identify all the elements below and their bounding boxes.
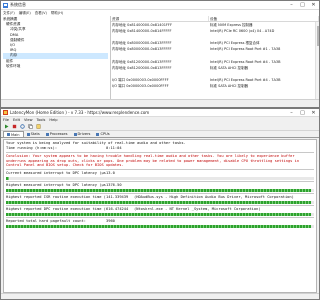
- conclusion-text: Conclusion: Your system appears to be ha…: [6, 154, 300, 168]
- time-running-label: Time running (h:mm:ss):: [6, 146, 58, 150]
- close-button[interactable]: ✕: [308, 1, 319, 9]
- menu-help[interactable]: 帮助(H): [51, 11, 63, 16]
- menu-file[interactable]: 文件(F): [3, 11, 15, 16]
- tab-stats[interactable]: Stats: [24, 131, 43, 137]
- analysis-panel: Your system is being analyzed for suitab…: [3, 139, 317, 293]
- system-info-icon: [3, 2, 8, 8]
- tab-cpus[interactable]: CPUs: [93, 131, 112, 137]
- reset-icon[interactable]: [20, 124, 25, 129]
- metric-label: Highest reported ISR routine execution t…: [6, 195, 106, 199]
- bar-fill: [6, 212, 311, 216]
- cell-resource: I/O 端口 0x0000003-0x0000FFFF: [112, 83, 169, 88]
- resource-list: 资源 设备 内存地址 0x81400000-0x81401FFF 标准 NVM E…: [111, 16, 319, 99]
- latencymon-statusbar: [1, 293, 319, 299]
- vertical-scrollbar[interactable]: [315, 22, 319, 99]
- metric-label: Reported total hard pagefault count:: [6, 219, 86, 223]
- menu-help[interactable]: Help: [49, 118, 57, 122]
- table-row[interactable]: I/O 端口 0x0000003-0x0000FFFF 标准 SATA AHCI …: [111, 83, 319, 89]
- column-header-device[interactable]: 设备: [209, 16, 319, 21]
- metric-value: 1376.50: [106, 183, 122, 187]
- maximize-button[interactable]: □: [297, 1, 308, 9]
- tab-label: Main: [11, 132, 20, 137]
- menu-edit[interactable]: 编辑(E): [19, 11, 31, 16]
- scrollbar-thumb[interactable]: [317, 26, 319, 46]
- divider: [6, 181, 314, 182]
- divider: [6, 205, 314, 206]
- latency-bar: [6, 176, 314, 180]
- divider: [6, 169, 314, 170]
- tab-label: Processes: [49, 132, 68, 136]
- metric-pagefault-count: Reported total hard pagefault count: 3960: [6, 219, 314, 228]
- metric-value: 616.474244: [106, 207, 129, 211]
- menu-file[interactable]: File: [3, 118, 9, 122]
- latency-bar: [6, 188, 314, 192]
- latencymon-icon: [3, 110, 8, 115]
- latencymon-title: LatencyMon (Home Edition ) - v 7.33 - ht…: [10, 110, 150, 115]
- bar-fill: [6, 224, 311, 228]
- tab-strip: Main Stats Processes Drivers CPUs: [1, 131, 319, 138]
- metric-highest-latency: Highest measured interrupt to DPC latenc…: [6, 183, 314, 192]
- category-tree: 系统摘要 硬件资源 冲突/共享 DMA 强制硬件 I/O IRQ 内存 组件 软…: [1, 16, 111, 99]
- tab-processes[interactable]: Processes: [43, 131, 71, 137]
- divider: [6, 193, 314, 194]
- time-running-row: Time running (h:mm:ss): 0:11:04: [6, 146, 314, 151]
- divider: [6, 217, 314, 218]
- tab-label: Drivers: [77, 132, 91, 136]
- copy-icon[interactable]: [28, 124, 33, 129]
- menu-view[interactable]: 查看(V): [35, 11, 47, 16]
- time-running-value: 0:11:04: [106, 146, 122, 150]
- start-icon[interactable]: [4, 124, 9, 129]
- metric-highest-dpc: Highest reported DPC routine execution t…: [6, 207, 314, 216]
- pagefault-bar: [6, 224, 314, 228]
- stop-icon[interactable]: [12, 124, 17, 129]
- metric-desc: (HDAudBus.sys - High Definition Audio Bu…: [134, 195, 294, 199]
- toolbar: [1, 123, 319, 131]
- metric-current-latency: Current measured interrupt to DPC latenc…: [6, 171, 314, 180]
- divider: [6, 152, 314, 153]
- main-tab-icon: [7, 133, 10, 136]
- metric-label: Highest measured interrupt to DPC latenc…: [6, 183, 106, 187]
- metric-label: Current measured interrupt to DPC latenc…: [6, 171, 106, 175]
- metric-value: 3960: [106, 219, 115, 223]
- latency-bar: [6, 212, 314, 216]
- tab-label: Stats: [30, 132, 40, 136]
- minimize-button[interactable]: –: [286, 109, 297, 116]
- close-button[interactable]: ✕: [308, 109, 319, 116]
- menu-edit[interactable]: Edit: [13, 118, 20, 122]
- metric-label: Highest reported DPC routine execution t…: [6, 207, 106, 211]
- cpus-tab-icon: [96, 132, 100, 136]
- sysinfo-titlebar: 系统信息 – □ ✕: [1, 1, 319, 10]
- menu-tools[interactable]: Tools: [37, 118, 46, 122]
- tab-drivers[interactable]: Drivers: [71, 131, 94, 137]
- tree-item-software-environment[interactable]: 软件环境: [3, 64, 108, 69]
- metric-desc: [134, 183, 314, 188]
- bar-fill: [6, 200, 311, 204]
- metric-desc: (Ntoskrnl.exe - NT Kernel _System, Micro…: [134, 207, 261, 211]
- stats-tab-icon: [26, 132, 30, 136]
- sysinfo-title: 系统信息: [10, 2, 26, 7]
- report-icon[interactable]: [36, 124, 41, 129]
- bar-fill: [6, 176, 10, 180]
- metric-desc: [134, 219, 314, 224]
- tab-main[interactable]: Main: [3, 131, 24, 137]
- maximize-button[interactable]: □: [297, 109, 308, 116]
- cell-device: 标准 SATA AHCI 控制器: [210, 83, 249, 88]
- processes-tab-icon: [45, 132, 49, 136]
- latency-bar: [6, 200, 314, 204]
- metric-desc: [134, 171, 314, 176]
- metric-value: 13.0: [106, 171, 115, 175]
- sysinfo-statusbar: [1, 99, 319, 107]
- latencymon-window: LatencyMon (Home Edition ) - v 7.33 - ht…: [0, 108, 320, 300]
- minimize-button[interactable]: –: [286, 1, 297, 9]
- metric-value: 141.339439: [106, 195, 129, 199]
- metric-highest-isr: Highest reported ISR routine execution t…: [6, 195, 314, 204]
- drivers-tab-icon: [73, 132, 77, 136]
- tab-label: CPUs: [100, 132, 110, 136]
- column-header-resource[interactable]: 资源: [111, 16, 209, 21]
- bar-fill: [6, 188, 311, 192]
- system-info-window: 系统信息 – □ ✕ 文件(F) 编辑(E) 查看(V) 帮助(H) 系统摘要 …: [0, 0, 320, 108]
- latencymon-titlebar: LatencyMon (Home Edition ) - v 7.33 - ht…: [1, 109, 319, 117]
- menu-view[interactable]: View: [24, 118, 33, 122]
